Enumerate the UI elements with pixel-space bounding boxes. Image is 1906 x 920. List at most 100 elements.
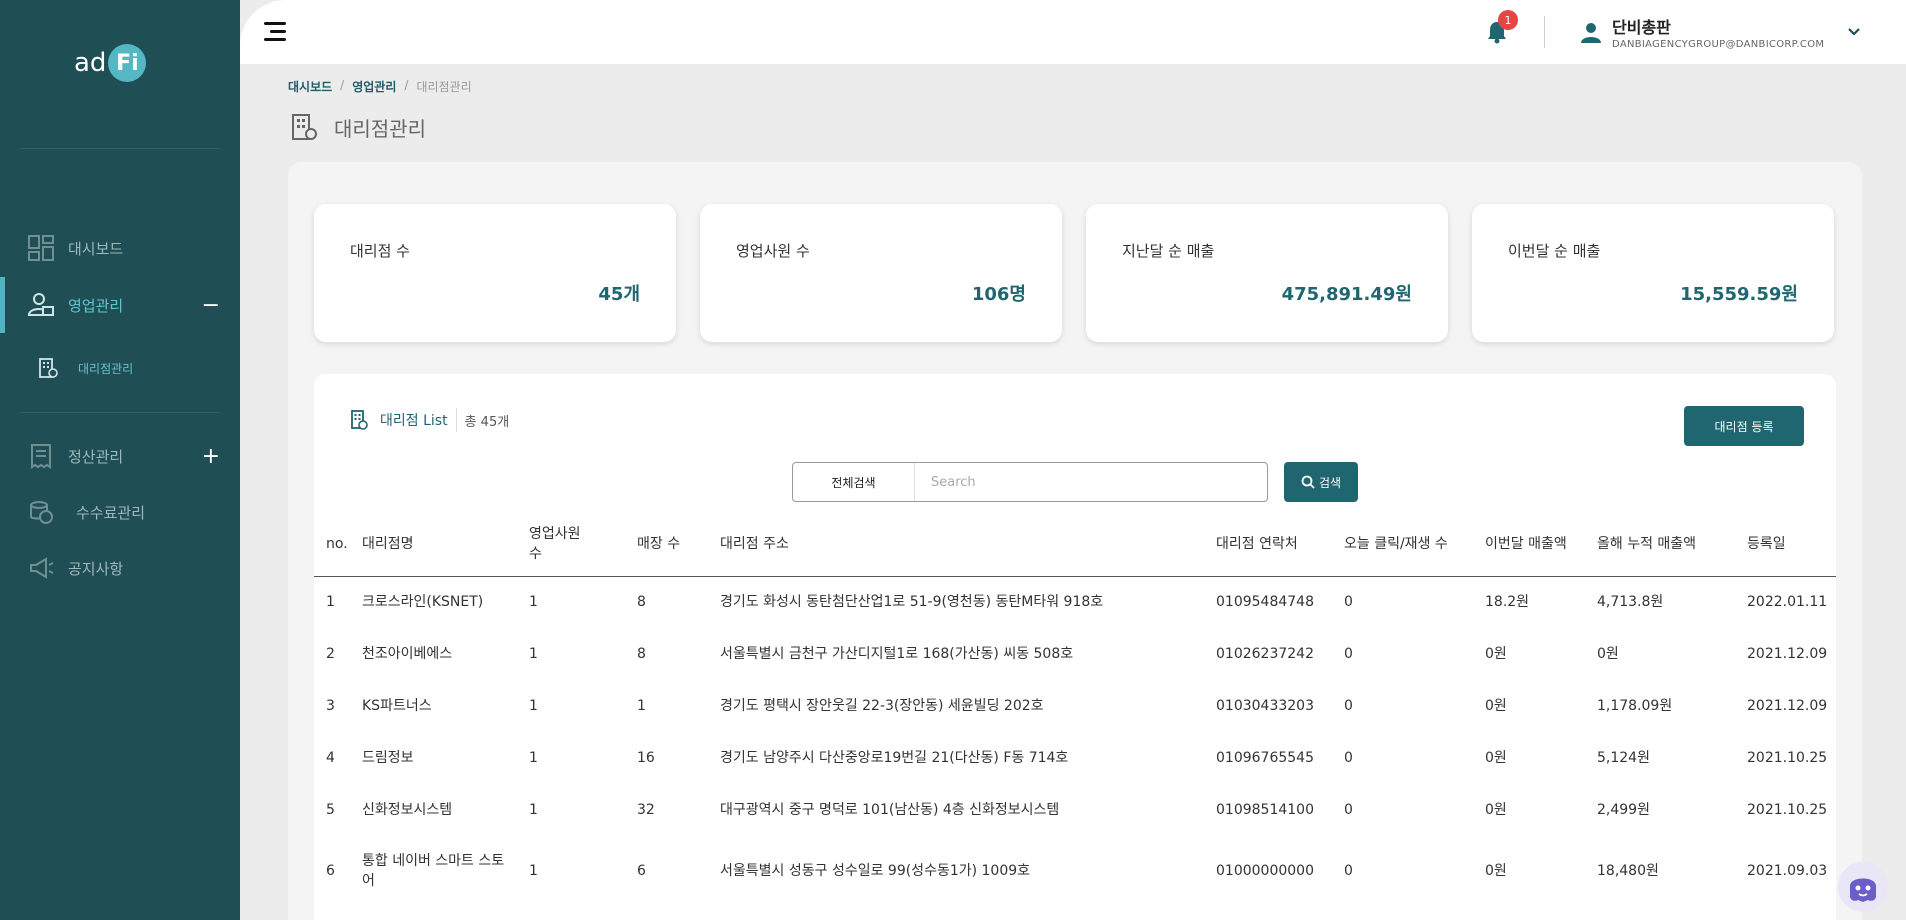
chevron-down-icon[interactable] [1846, 24, 1862, 40]
table-header-row: no. 대리점명 영업사원 수 매장 수 대리점 주소 대리점 연락처 오늘 클… [314, 512, 1836, 577]
stat-label: 대리점 수 [350, 242, 410, 260]
page-title-text: 대리점관리 [334, 116, 426, 141]
table-cell: 6 [326, 863, 335, 879]
table-cell: 0원 [1485, 646, 1507, 662]
fee-coins-icon [30, 501, 53, 524]
table-cell: 0원 [1485, 863, 1507, 879]
search-scope-select[interactable]: 전체검색 [793, 463, 915, 501]
stat-label: 이번달 순 매출 [1508, 242, 1601, 260]
user-email: DANBIAGENCYGROUP@DANBICORP.COM [1612, 39, 1825, 50]
table-row[interactable]: 6 통합 네이버 스마트 스토어 1 6 서울특별시 성동구 성수일로 99(성… [314, 836, 1836, 906]
table-cell: 1 [529, 750, 538, 766]
stat-label: 지난달 순 매출 [1122, 242, 1215, 260]
table-cell: 2021.10.25 [1747, 750, 1828, 766]
table-row[interactable]: 1 크로스라인(KSNET) 1 8 경기도 화성시 동탄첨단산업1로 51-9… [314, 576, 1836, 628]
table-cell: 01000000000 [1216, 863, 1314, 879]
logo-text: ad [74, 48, 107, 78]
table-cell: 천조아이베에스 [362, 646, 453, 662]
column-header: no. [314, 512, 356, 577]
notification-badge: 1 [1498, 10, 1518, 30]
table-cell: 1 [529, 802, 538, 818]
column-header: 대리점 연락처 [1210, 512, 1338, 577]
table-cell: 1 [529, 646, 538, 662]
sidebar-subitem-agency[interactable]: 대리점관리 [0, 348, 240, 388]
table-cell: 0원 [1485, 802, 1507, 818]
table-cell: 0 [1344, 698, 1353, 714]
table-cell: 0 [1344, 646, 1353, 662]
user-name[interactable]: 단비총판 [1612, 14, 1671, 38]
agency-table: no. 대리점명 영업사원 수 매장 수 대리점 주소 대리점 연락처 오늘 클… [314, 512, 1836, 906]
table-cell: 2021.09.03 [1747, 863, 1828, 879]
breadcrumb-current: 대리점관리 [416, 80, 472, 94]
header-divider [1544, 16, 1545, 48]
sidebar-item-label: 영업관리 [68, 296, 124, 315]
breadcrumb-dashboard[interactable]: 대시보드 [288, 78, 332, 95]
agency-list-card: 대리점 List 총 45개 대리점 등록 전체검색 검색 no. 대리점명 영… [314, 374, 1836, 920]
table-cell: 4 [326, 750, 335, 766]
column-header: 등록일 [1741, 512, 1836, 577]
search-button[interactable]: 검색 [1284, 462, 1358, 502]
table-cell: 8 [637, 646, 646, 662]
table-cell: 16 [637, 750, 655, 766]
table-cell: 3 [326, 698, 335, 714]
sidebar-item-notices[interactable]: 공지사항 [0, 540, 240, 596]
column-header: 올해 누적 매출액 [1591, 512, 1741, 577]
table-cell: 0원 [1485, 698, 1507, 714]
table-cell: 0원 [1597, 646, 1619, 662]
table-cell: 18.2원 [1485, 594, 1530, 611]
sidebar-item-dashboard[interactable]: 대시보드 [0, 220, 240, 276]
table-cell: KS파트너스 [362, 698, 432, 714]
table-cell: 18,480원 [1597, 863, 1659, 879]
collapse-icon[interactable]: − [202, 293, 220, 318]
table-cell: 1 [326, 594, 335, 611]
table-row[interactable]: 3 KS파트너스 1 1 경기도 평택시 장안웃길 22-3(장안동) 세윤빌딩… [314, 680, 1836, 732]
table-cell: 01098514100 [1216, 802, 1314, 818]
table-row[interactable]: 5 신화정보시스템 1 32 대구광역시 중구 명덕로 101(남산동) 4층 … [314, 784, 1836, 836]
stat-card-this-month-sales: 이번달 순 매출 15,559.59원 [1472, 204, 1834, 342]
sidebar-item-label: 공지사항 [68, 559, 124, 578]
table-cell: 01030433203 [1216, 698, 1314, 714]
table-cell: 0 [1344, 863, 1353, 879]
sidebar-subitem-label: 대리점관리 [78, 361, 134, 376]
stat-card-agency-count: 대리점 수 45개 [314, 204, 676, 342]
sidebar-item-sales[interactable]: 영업관리 − [0, 277, 240, 333]
search-box: 전체검색 [792, 462, 1268, 502]
table-cell: 5 [326, 802, 335, 818]
search-input[interactable] [917, 463, 1263, 501]
stat-card-last-month-sales: 지난달 순 매출 475,891.49원 [1086, 204, 1448, 342]
column-header: 이번달 매출액 [1479, 512, 1591, 577]
table-cell: 경기도 화성시 동탄첨단산업1로 51-9(영천동) 동탄M타워 918호 [720, 594, 1104, 611]
table-cell: 32 [637, 802, 655, 818]
table-row[interactable]: 4 드림정보 1 16 경기도 남양주시 다산중앙로19번길 21(다산동) F… [314, 732, 1836, 784]
table-cell: 0원 [1485, 750, 1507, 766]
table-cell: 5,124원 [1597, 750, 1650, 766]
breadcrumb-sales[interactable]: 영업관리 [352, 78, 396, 95]
table-cell: 크로스라인(KSNET) [362, 594, 484, 611]
app-logo[interactable]: ad Fi [74, 44, 147, 82]
sales-user-icon [28, 293, 54, 316]
table-row[interactable]: 2 천조아이베에스 1 8 서울특별시 금천구 가산디지털1로 168(가산동)… [314, 628, 1836, 680]
table-cell: 2,499원 [1597, 802, 1650, 818]
hamburger-menu-icon[interactable] [264, 22, 286, 42]
table-cell: 대구광역시 중구 명덕로 101(남산동) 4층 신화정보시스템 [720, 802, 1060, 818]
search-icon [1301, 475, 1315, 489]
sidebar-divider [20, 148, 220, 149]
breadcrumb: 대시보드 / 영업관리 / 대리점관리 [288, 78, 472, 95]
sidebar-item-fees[interactable]: 수수료관리 [0, 484, 240, 540]
table-cell: 1 [529, 863, 538, 879]
stat-label: 영업사원 수 [736, 242, 810, 260]
search-button-label: 검색 [1318, 475, 1342, 490]
list-title: 대리점 List [380, 413, 448, 429]
table-cell: 1 [529, 698, 538, 714]
table-cell: 4,713.8원 [1597, 594, 1664, 611]
register-agency-button[interactable]: 대리점 등록 [1684, 406, 1804, 446]
sidebar-item-label: 수수료관리 [76, 503, 146, 522]
breadcrumb-separator: / [404, 78, 409, 92]
table-cell: 0 [1344, 594, 1353, 611]
list-count: 총 45개 [464, 414, 510, 430]
expand-icon[interactable]: + [202, 444, 220, 469]
chatbot-button[interactable] [1838, 862, 1888, 912]
sidebar-item-settlement[interactable]: 정산관리 + [0, 428, 240, 484]
table-cell: 2 [326, 646, 335, 662]
table-cell: 서울특별시 성동구 성수일로 99(성수동1가) 1009호 [720, 863, 1031, 879]
